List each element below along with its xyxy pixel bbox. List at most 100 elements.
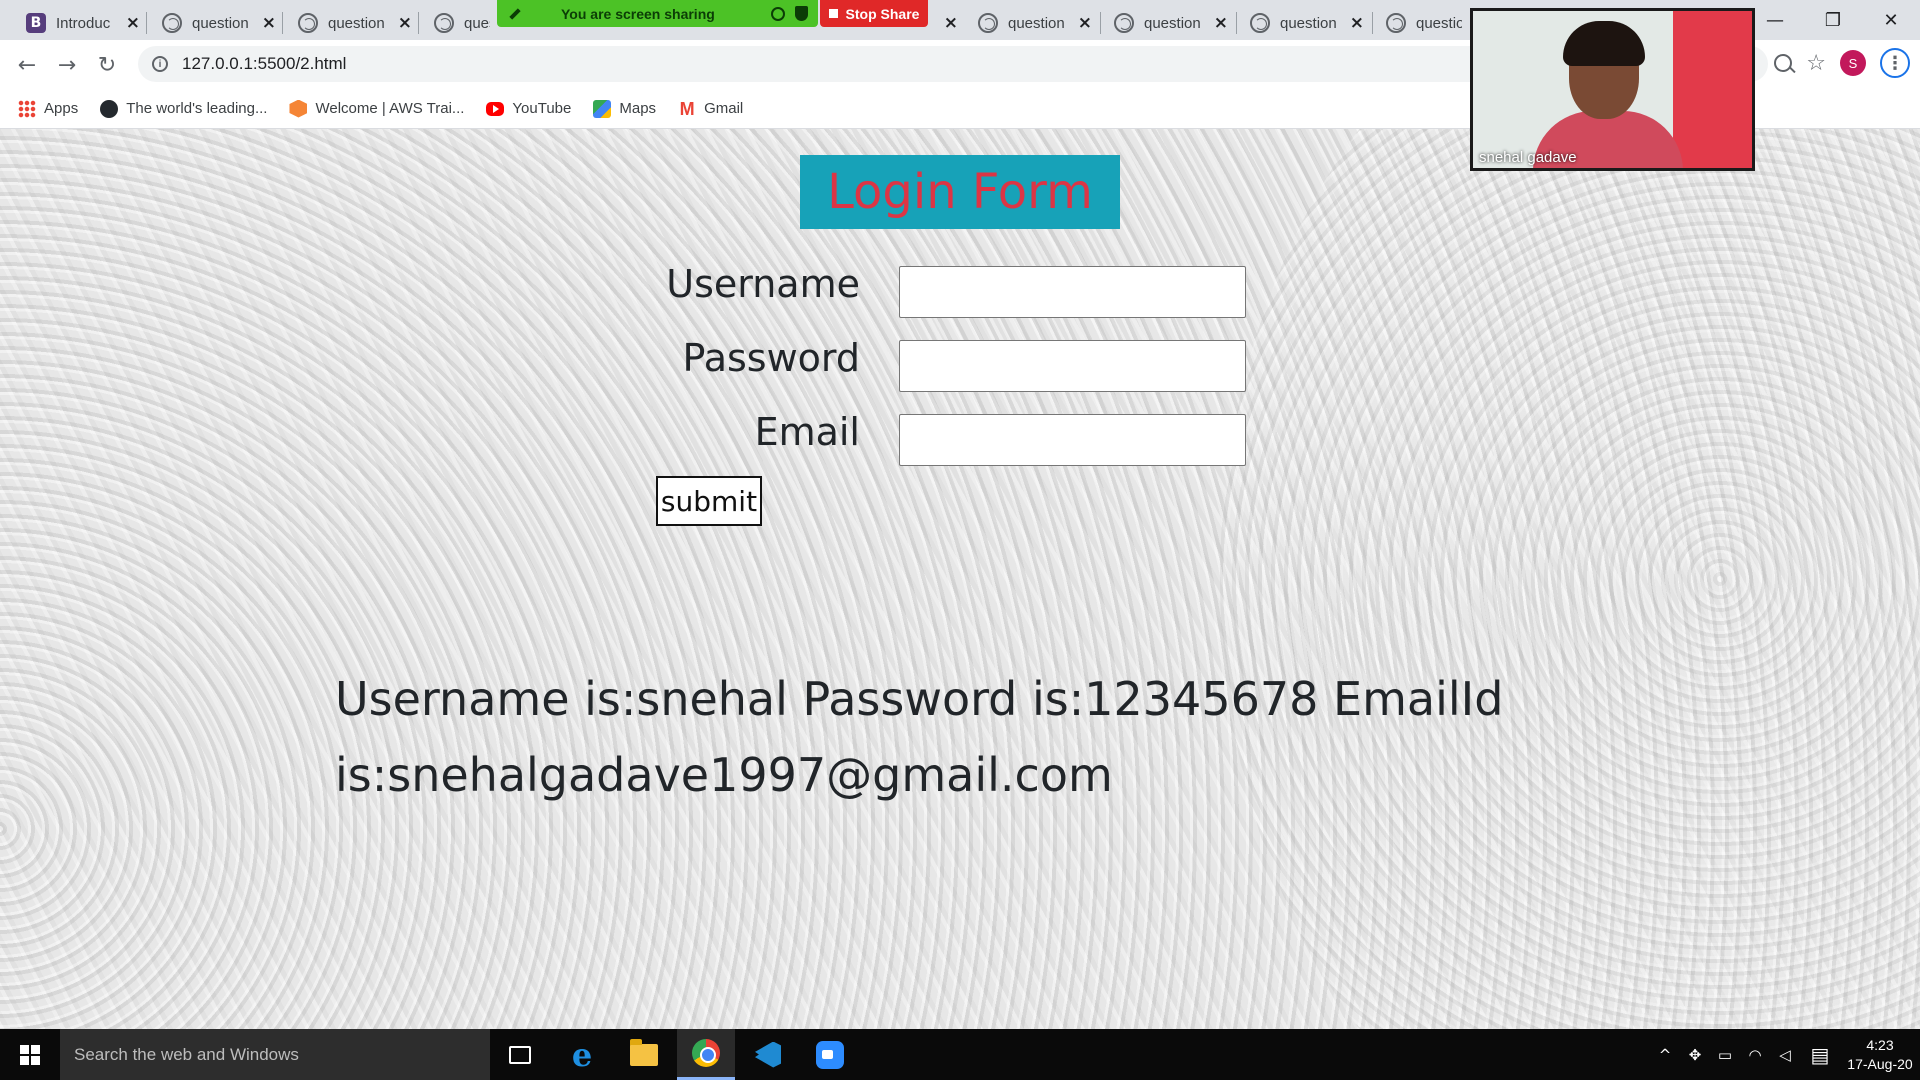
- email-label: Email: [754, 410, 860, 454]
- close-window-button[interactable]: ✕: [1862, 0, 1920, 40]
- profile-avatar[interactable]: S: [1840, 50, 1866, 76]
- tab-introduction[interactable]: B Introduc ×: [14, 6, 148, 40]
- task-view-icon: [509, 1045, 531, 1064]
- tab-label: question: [328, 14, 385, 32]
- maximize-button[interactable]: ❐: [1804, 0, 1862, 40]
- tab-label: Introduc: [56, 14, 111, 32]
- close-icon[interactable]: ×: [1350, 13, 1364, 33]
- page-content: Login Form Username Password Email submi…: [0, 129, 1920, 1029]
- tab-divider: [1372, 12, 1373, 34]
- output-line-1: Username is:snehal Password is:12345678 …: [335, 672, 1504, 726]
- back-button[interactable]: ←: [14, 52, 40, 78]
- maps-icon: [593, 99, 612, 118]
- submit-button[interactable]: submit: [656, 476, 762, 526]
- aws-icon: [289, 99, 308, 118]
- bookmark-github[interactable]: The world's leading...: [100, 99, 268, 118]
- taskbar-edge[interactable]: e: [553, 1029, 611, 1080]
- system-tray: ^ ✥ ▭ ◠ ◁ ▤ 4:23 17-Aug-20: [1650, 1029, 1920, 1080]
- tab-label: question: [192, 14, 249, 32]
- window-controls: — ❐ ✕: [1746, 0, 1920, 40]
- url-text[interactable]: 127.0.0.1:5500/2.html: [182, 54, 346, 74]
- stop-share-label: Stop Share: [845, 5, 920, 22]
- tab-question-5[interactable]: question ×: [1102, 6, 1236, 40]
- username-label: Username: [666, 262, 860, 306]
- notification-icon[interactable]: ▤: [1800, 1043, 1840, 1067]
- tab-hidden-close[interactable]: ×: [928, 6, 958, 40]
- status-circle-icon: [771, 6, 785, 21]
- participant-name: snehal gadave: [1479, 149, 1577, 166]
- tab-question-3[interactable]: quest: [422, 6, 498, 40]
- battery-icon[interactable]: ▭: [1710, 1046, 1740, 1064]
- start-button[interactable]: [0, 1029, 60, 1080]
- bookmark-label: Maps: [619, 100, 657, 117]
- email-input[interactable]: [899, 414, 1246, 466]
- taskbar-search[interactable]: Search the web and Windows: [60, 1029, 490, 1080]
- bookmark-maps[interactable]: Maps: [593, 99, 657, 118]
- taskbar-zoom[interactable]: [801, 1029, 859, 1080]
- tab-question-1[interactable]: question ×: [150, 6, 284, 40]
- volume-icon[interactable]: ◁: [1770, 1046, 1800, 1064]
- stop-icon: [828, 9, 838, 18]
- close-icon[interactable]: ×: [398, 13, 412, 33]
- info-icon[interactable]: i: [152, 56, 168, 72]
- globe-icon: [434, 13, 454, 33]
- wifi-icon[interactable]: ◠: [1740, 1046, 1770, 1064]
- bookmark-youtube[interactable]: YouTube: [486, 100, 571, 117]
- tab-divider: [418, 12, 419, 34]
- bookmark-apps[interactable]: Apps: [18, 99, 78, 118]
- globe-icon: [1386, 13, 1406, 33]
- folder-icon: [630, 1038, 658, 1066]
- zoom-icon[interactable]: [1774, 54, 1793, 72]
- bookmark-label: Gmail: [704, 100, 744, 117]
- tab-divider: [146, 12, 147, 34]
- tab-question-4[interactable]: question ×: [966, 6, 1100, 40]
- edge-icon: e: [571, 1035, 593, 1074]
- tab-label: question: [1144, 14, 1201, 32]
- tab-question-7[interactable]: questio: [1374, 6, 1470, 40]
- tab-divider: [1236, 12, 1237, 34]
- participant-video[interactable]: snehal gadave: [1470, 8, 1755, 171]
- reload-button[interactable]: ↻: [94, 52, 120, 78]
- chevron-up-icon[interactable]: ^: [1650, 1046, 1680, 1064]
- task-view-button[interactable]: [491, 1029, 549, 1080]
- taskbar-file-explorer[interactable]: [615, 1029, 673, 1080]
- password-label: Password: [682, 336, 861, 380]
- more-menu-icon[interactable]: ⋮: [1880, 48, 1910, 78]
- bookmark-label: The world's leading...: [126, 100, 268, 117]
- shield-icon: [795, 6, 808, 21]
- bookmark-gmail[interactable]: M Gmail: [678, 100, 744, 118]
- close-icon[interactable]: ×: [262, 13, 276, 33]
- close-icon[interactable]: ×: [1078, 13, 1092, 33]
- close-icon[interactable]: ×: [944, 13, 958, 33]
- taskbar-chrome[interactable]: [677, 1029, 735, 1080]
- zoom-app-icon: [816, 1040, 844, 1069]
- password-input[interactable]: [899, 340, 1246, 392]
- stop-share-button[interactable]: Stop Share: [820, 0, 928, 27]
- github-icon: [100, 99, 119, 118]
- globe-icon: [1114, 13, 1134, 33]
- globe-icon: [1250, 13, 1270, 33]
- dropbox-icon[interactable]: ✥: [1680, 1046, 1710, 1064]
- taskbar-clock[interactable]: 4:23 17-Aug-20: [1840, 1036, 1920, 1074]
- windows-logo-icon: [20, 1044, 40, 1065]
- taskbar-vscode[interactable]: [739, 1029, 797, 1080]
- close-icon[interactable]: ×: [1214, 13, 1228, 33]
- tab-divider: [1100, 12, 1101, 34]
- tab-question-6[interactable]: question ×: [1238, 6, 1372, 40]
- output-line-2: is:snehalgadave1997@gmail.com: [335, 748, 1113, 802]
- tab-question-2[interactable]: question ×: [286, 6, 420, 40]
- chrome-icon: [692, 1039, 720, 1067]
- apps-icon: [18, 99, 36, 118]
- screen-sharing-banner[interactable]: You are screen sharing: [497, 0, 818, 27]
- bookmark-aws[interactable]: Welcome | AWS Trai...: [289, 99, 464, 118]
- drag-handle-icon[interactable]: [507, 7, 521, 21]
- bookmark-star-icon[interactable]: ☆: [1806, 51, 1826, 76]
- globe-icon: [978, 13, 998, 33]
- screen-sharing-text: You are screen sharing: [561, 5, 715, 22]
- toolbar-actions: ☆ S ⋮: [1774, 48, 1910, 78]
- tab-label: questio: [1416, 14, 1462, 32]
- clock-time: 4:23: [1866, 1036, 1894, 1053]
- close-icon[interactable]: ×: [126, 13, 140, 33]
- forward-button[interactable]: →: [54, 52, 80, 78]
- username-input[interactable]: [899, 266, 1246, 318]
